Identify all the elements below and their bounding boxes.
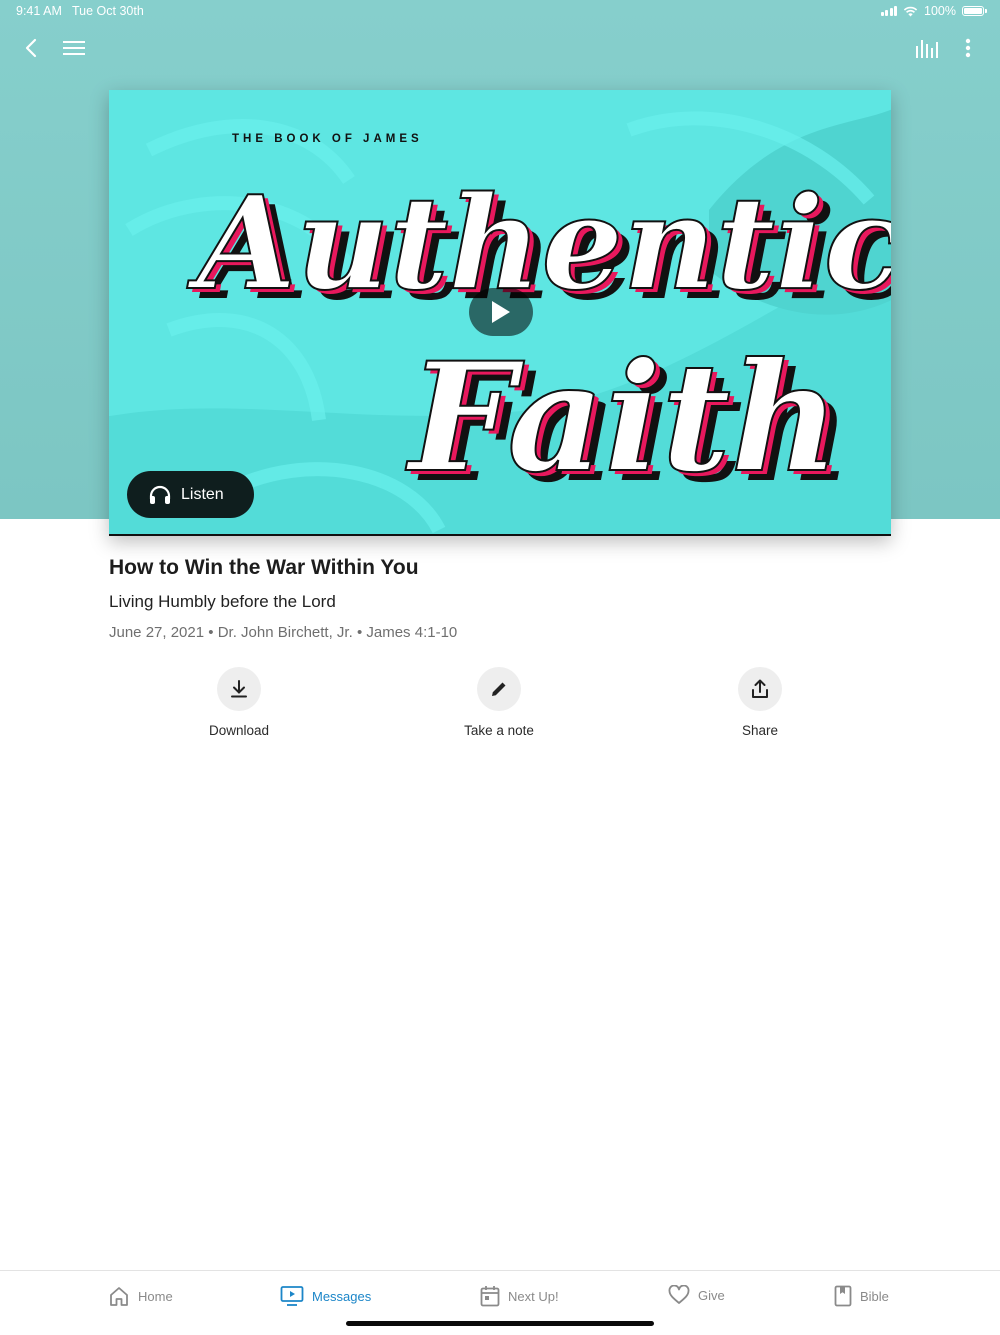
battery-percent: 100%	[924, 4, 956, 18]
message-title: How to Win the War Within You	[109, 556, 419, 579]
audio-bars-icon	[916, 40, 938, 58]
listen-label: Listen	[181, 485, 224, 503]
tab-bible-label: Bible	[860, 1288, 889, 1304]
tab-give-label: Give	[698, 1287, 725, 1303]
message-speaker: Dr. John Birchett, Jr.	[217, 624, 353, 641]
take-note-circle	[477, 667, 521, 711]
download-circle	[217, 667, 261, 711]
title-line1: Authentic	[187, 169, 891, 319]
tab-next-up[interactable]: Next Up!	[480, 1285, 559, 1307]
message-meta: June 27, 2021 • Dr. John Birchett, Jr. •…	[109, 624, 457, 641]
wifi-icon	[903, 6, 918, 16]
home-indicator[interactable]	[346, 1321, 654, 1326]
download-icon	[231, 680, 247, 698]
now-playing-button[interactable]	[912, 36, 940, 60]
tab-home[interactable]: Home	[108, 1285, 173, 1307]
message-scripture: James 4:1-10	[366, 624, 458, 641]
sermon-artwork[interactable]: THE BOOK OF JAMES Authentic Authentic Au…	[109, 90, 891, 536]
book-icon	[834, 1285, 852, 1307]
message-date: June 27, 2021	[109, 624, 205, 641]
series-kicker: THE BOOK OF JAMES	[232, 133, 423, 145]
calendar-icon	[480, 1286, 500, 1307]
status-date: Tue Oct 30th	[72, 4, 144, 18]
more-options-button[interactable]	[956, 36, 980, 60]
title-line2: Faith	[405, 330, 840, 506]
status-bar: 9:41 AM Tue Oct 30th 100%	[0, 0, 1000, 24]
share-label: Share	[741, 723, 779, 738]
chevron-left-icon	[25, 38, 37, 58]
share-button[interactable]: Share	[690, 667, 830, 738]
share-icon	[752, 679, 768, 698]
status-time: 9:41 AM	[16, 4, 62, 18]
home-icon	[110, 1287, 128, 1306]
tab-messages[interactable]: Messages	[280, 1285, 371, 1307]
tab-give[interactable]: Give	[668, 1285, 725, 1305]
meta-separator: •	[356, 624, 363, 641]
take-note-button[interactable]: Take a note	[429, 667, 569, 738]
share-circle	[738, 667, 782, 711]
download-label: Download	[208, 723, 270, 738]
play-icon	[492, 301, 510, 323]
cellular-signal-icon	[880, 6, 898, 16]
tab-next-up-label: Next Up!	[508, 1288, 559, 1304]
status-indicators: 100%	[880, 4, 987, 18]
tab-home-label: Home	[138, 1288, 173, 1304]
heart-icon	[668, 1285, 690, 1304]
hamburger-menu-icon	[63, 41, 85, 55]
tab-messages-label: Messages	[312, 1288, 372, 1304]
back-button[interactable]	[18, 36, 44, 60]
download-button[interactable]: Download	[169, 667, 309, 738]
meta-separator: •	[208, 624, 214, 641]
battery-icon	[962, 6, 987, 16]
pencil-icon	[492, 682, 506, 696]
message-subtitle: Living Humbly before the Lord	[109, 592, 336, 611]
play-video-button[interactable]	[469, 288, 533, 336]
tv-play-icon	[280, 1286, 304, 1306]
menu-button[interactable]	[60, 36, 88, 60]
vertical-dots-icon	[965, 38, 971, 58]
headphones-icon	[149, 485, 171, 504]
take-note-label: Take a note	[464, 723, 534, 738]
listen-button[interactable]: Listen	[127, 471, 254, 518]
tab-bible[interactable]: Bible	[834, 1285, 889, 1307]
